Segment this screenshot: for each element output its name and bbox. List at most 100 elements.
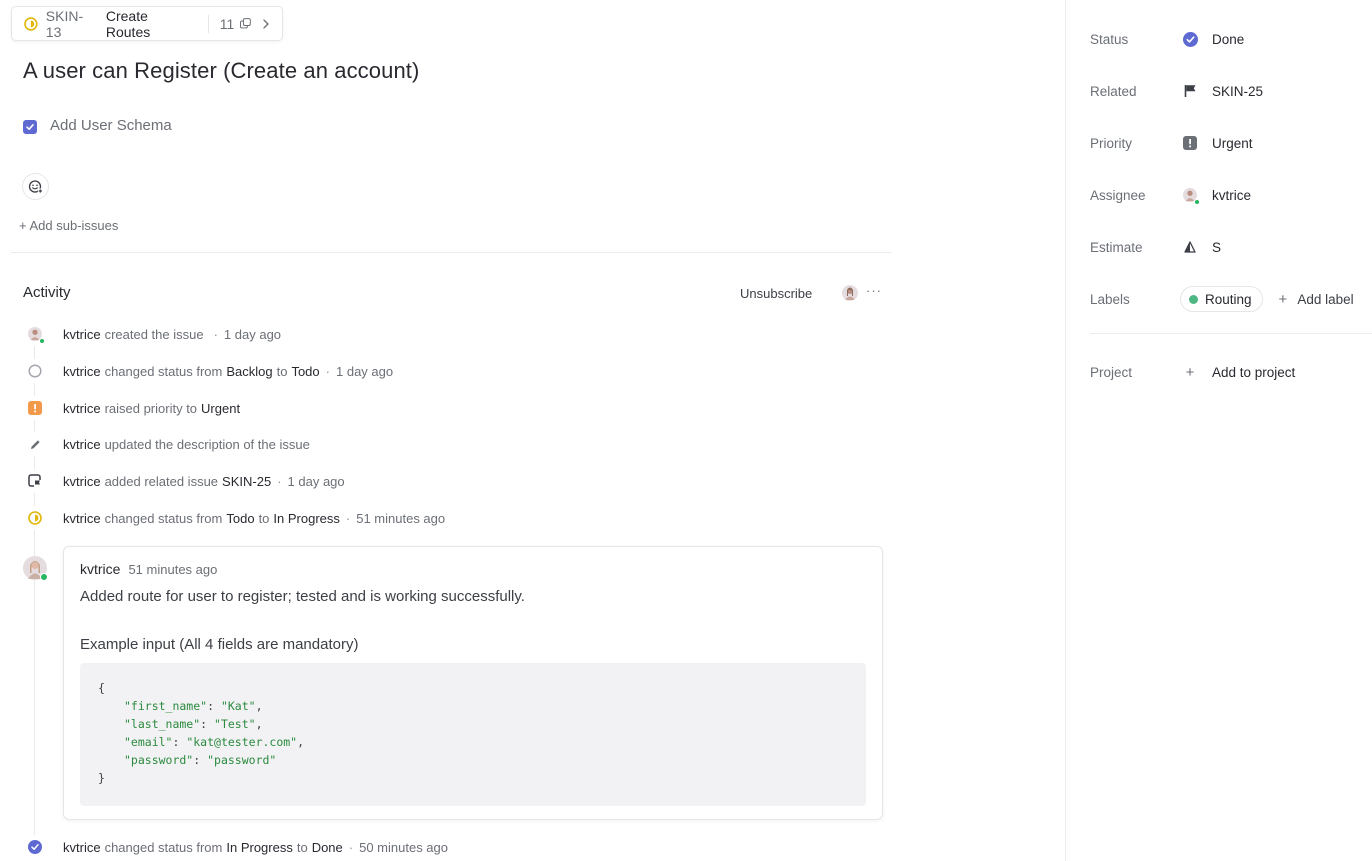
related-issue-link[interactable]: SKIN-25	[1182, 83, 1263, 99]
property-label: Status	[1090, 31, 1129, 47]
activity-user[interactable]: kvtrice	[63, 511, 101, 526]
comment-author[interactable]: kvtrice	[80, 561, 120, 577]
issue-properties-panel: Status Done Related SKIN-25 Priority Urg…	[1065, 0, 1372, 861]
comment-author-avatar[interactable]	[23, 556, 48, 581]
add-sub-issues-button[interactable]: + Add sub-issues	[19, 218, 118, 233]
comment-text-line: Added route for user to register; tested…	[80, 588, 525, 605]
online-indicator	[39, 338, 45, 344]
checkbox-checked-icon[interactable]	[23, 120, 37, 134]
parent-issue-title: Create Routes	[105, 7, 151, 40]
activity-text: changed status from	[104, 363, 223, 379]
plus-icon: +	[1185, 363, 1195, 381]
checklist-item[interactable]: Add User Schema	[23, 116, 172, 134]
activity-user[interactable]: kvtrice	[63, 437, 101, 452]
property-project: Project + Add to project	[1090, 361, 1295, 383]
property-assignee: Assignee kvtrice	[1090, 184, 1251, 206]
status-value: Done	[1212, 31, 1245, 47]
subscriber-avatar[interactable]	[842, 285, 858, 301]
pencil-icon	[30, 439, 40, 449]
user-avatar	[1183, 188, 1200, 205]
comment-text-line: Example input (All 4 fields are mandator…	[80, 636, 359, 653]
estimate-icon	[1182, 239, 1198, 255]
activity-user[interactable]: kvtrice	[63, 474, 101, 489]
activity-user[interactable]: kvtrice	[63, 364, 101, 379]
activity-time[interactable]: 1 day ago	[288, 474, 345, 489]
add-label-button[interactable]: + Add label	[1279, 291, 1354, 308]
priority-selector[interactable]: Urgent	[1182, 135, 1253, 151]
activity-item: kvtrice raised priority to Urgent	[23, 396, 240, 420]
activity-item: kvtrice updated the description of the i…	[23, 432, 314, 456]
activity-heading: Activity	[23, 284, 71, 301]
issue-title[interactable]: A user can Register (Create an account)	[23, 58, 419, 84]
label-name: Routing	[1205, 291, 1252, 307]
assignee-selector[interactable]: kvtrice	[1182, 187, 1252, 205]
property-label: Estimate	[1090, 239, 1143, 255]
activity-item: kvtrice added related issue SKIN-25 · 1 …	[23, 469, 345, 493]
status-to: Todo	[291, 363, 320, 379]
property-label: Priority	[1090, 135, 1133, 151]
related-issue-icon	[28, 474, 41, 487]
code-line: "email": "kat@tester.com",	[124, 735, 305, 749]
label-chip-routing[interactable]: Routing	[1180, 286, 1263, 312]
issue-main-panel: SKIN-13 Create Routes 11 A user can Regi…	[0, 0, 1066, 861]
status-to: In Progress	[273, 510, 340, 526]
more-options-button[interactable]: ···	[866, 283, 882, 298]
project-value: Add to project	[1212, 364, 1296, 380]
assignee-value: kvtrice	[1212, 187, 1252, 203]
activity-text: added related issue	[104, 473, 219, 489]
in-progress-status-icon	[24, 16, 38, 31]
property-label: Project	[1090, 364, 1133, 380]
status-from: In Progress	[226, 839, 293, 855]
sub-issue-count: 11	[219, 15, 235, 32]
property-priority: Priority Urgent	[1090, 132, 1253, 154]
comment-card: kvtrice 51 minutes ago Added route for u…	[63, 546, 883, 820]
flag-icon	[1182, 83, 1198, 99]
activity-text: raised priority to	[104, 400, 198, 416]
property-label: Labels	[1090, 291, 1130, 307]
add-to-project-button[interactable]: + Add to project	[1182, 363, 1296, 381]
activity-user[interactable]: kvtrice	[63, 840, 101, 855]
status-to: Done	[311, 839, 343, 855]
property-label: Assignee	[1090, 187, 1146, 203]
done-status-icon	[1182, 31, 1198, 47]
priority-value: Urgent	[1212, 135, 1253, 151]
related-value: SKIN-25	[1212, 83, 1264, 99]
urgent-priority-icon	[28, 401, 42, 415]
activity-time[interactable]: 1 day ago	[224, 327, 281, 342]
label-color-dot	[1189, 294, 1198, 304]
activity-time[interactable]: 1 day ago	[336, 364, 393, 379]
add-reaction-button[interactable]	[22, 173, 49, 200]
activity-item: kvtrice changed status from In Progress …	[23, 835, 448, 859]
status-selector[interactable]: Done	[1182, 31, 1244, 47]
estimate-selector[interactable]: S	[1182, 239, 1221, 255]
property-status: Status Done	[1090, 28, 1244, 50]
activity-time[interactable]: 51 minutes ago	[356, 511, 445, 526]
activity-user[interactable]: kvtrice	[63, 401, 101, 416]
activity-text: created the issue	[104, 326, 204, 342]
status-from: Todo	[226, 510, 255, 526]
activity-text: changed status from	[104, 839, 223, 855]
code-line: "first_name": "Kat",	[124, 699, 263, 713]
breadcrumb-divider	[207, 14, 209, 33]
property-estimate: Estimate S	[1090, 236, 1221, 258]
activity-user[interactable]: kvtrice	[63, 327, 101, 342]
comment-time[interactable]: 51 minutes ago	[128, 562, 217, 577]
user-avatar[interactable]	[28, 327, 45, 344]
unsubscribe-button[interactable]: Unsubscribe	[740, 286, 812, 301]
chevron-right-icon[interactable]	[262, 18, 270, 29]
online-indicator	[1194, 199, 1200, 205]
activity-time[interactable]: 50 minutes ago	[359, 840, 448, 855]
status-from: Backlog	[226, 363, 273, 379]
urgent-priority-icon	[1182, 135, 1198, 151]
parent-issue-breadcrumb[interactable]: SKIN-13 Create Routes 11	[11, 6, 283, 41]
code-block: { "first_name": "Kat", "last_name": "Tes…	[80, 663, 866, 806]
related-issue-link[interactable]: SKIN-25	[222, 474, 271, 489]
plus-icon: +	[1278, 290, 1288, 308]
parent-issue-id: SKIN-13	[45, 7, 84, 40]
in-progress-status-icon	[28, 511, 42, 525]
priority-value: Urgent	[201, 400, 241, 416]
activity-item: kvtrice created the issue · 1 day ago	[23, 322, 281, 346]
activity-text: updated the description of the issue	[104, 436, 310, 452]
section-divider	[11, 252, 892, 253]
activity-item: kvtrice changed status from Todo to In P…	[23, 506, 445, 530]
